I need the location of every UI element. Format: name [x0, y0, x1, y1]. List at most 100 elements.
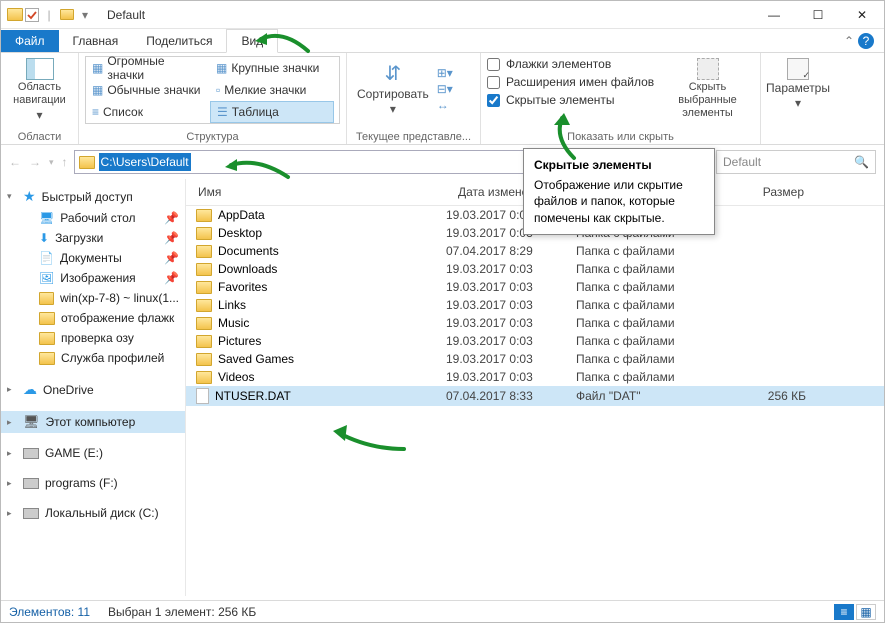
sidebar-pictures[interactable]: 🖼Изображения📌	[1, 268, 185, 288]
folder-icon	[196, 371, 212, 384]
details-icon: ☰	[217, 105, 228, 119]
forward-button[interactable]: →	[29, 155, 41, 169]
file-row[interactable]: Saved Games19.03.2017 0:03Папка с файлам…	[186, 350, 884, 368]
qat-dropdown-icon[interactable]: ▾	[77, 7, 93, 23]
file-name: Videos	[218, 370, 254, 384]
sidebar-documents[interactable]: 📄Документы📌	[1, 248, 185, 268]
file-name: Pictures	[218, 334, 261, 348]
sidebar-drive-game[interactable]: ▸GAME (E:)	[1, 443, 185, 463]
item-checkboxes-option[interactable]: Флажки элементов	[487, 56, 657, 72]
file-date: 19.03.2017 0:03	[446, 298, 576, 312]
hide-selected-button[interactable]: Скрыть выбранные элементы	[661, 56, 754, 123]
file-date: 19.03.2017 0:03	[446, 334, 576, 348]
file-row[interactable]: Pictures19.03.2017 0:03Папка с файлами	[186, 332, 884, 350]
folder-icon	[39, 332, 55, 345]
file-date: 07.04.2017 8:29	[446, 244, 576, 258]
tab-view[interactable]: Вид	[226, 29, 278, 53]
sidebar-onedrive[interactable]: ▸☁OneDrive	[1, 378, 185, 401]
layout-small[interactable]: ▫Мелкие значки	[210, 79, 334, 101]
sidebar-drive-local-c[interactable]: ▸Локальный диск (C:)	[1, 503, 185, 523]
tooltip-body: Отображение или скрытие файлов и папок, …	[534, 177, 704, 226]
chevron-right-icon: ▸	[7, 417, 12, 428]
file-date: 07.04.2017 8:33	[446, 389, 576, 403]
layout-medium[interactable]: ▦Обычные значки	[86, 79, 210, 101]
file-date: 19.03.2017 0:03	[446, 370, 576, 384]
column-size[interactable]: Размер	[726, 179, 816, 205]
details-view-button[interactable]: ≡	[834, 604, 854, 620]
add-columns-button[interactable]: ⊟▾	[437, 82, 453, 96]
layout-group-label: Структура	[85, 129, 340, 143]
navigation-pane[interactable]: ▾★Быстрый доступ 🖥Рабочий стол📌 ⬇Загрузк…	[1, 179, 186, 596]
close-button[interactable]: ✕	[840, 1, 884, 29]
sidebar-ozu[interactable]: проверка озу	[1, 328, 185, 348]
sidebar-drive-programs[interactable]: ▸programs (F:)	[1, 473, 185, 493]
folder-icon	[196, 281, 212, 294]
file-size: 256 КБ	[726, 389, 816, 403]
status-bar: Элементов: 11 Выбран 1 элемент: 256 КБ ≡…	[1, 600, 884, 622]
history-dropdown[interactable]: ▾	[49, 157, 54, 168]
sort-button[interactable]: ⇵ Сортировать ▾	[353, 60, 433, 119]
sort-label: Сортировать	[357, 87, 429, 101]
up-button[interactable]: ↑	[62, 155, 68, 169]
column-name[interactable]: Имя	[186, 179, 446, 205]
file-type: Файл "DAT"	[576, 389, 726, 403]
sidebar-downloads[interactable]: ⬇Загрузки📌	[1, 228, 185, 248]
window-title: Default	[107, 8, 145, 22]
file-list[interactable]: Имя Дата изменения Тип Размер AppData19.…	[186, 179, 884, 596]
file-row[interactable]: Links19.03.2017 0:03Папка с файлами	[186, 296, 884, 314]
navigation-pane-button[interactable]: Область навигации ▾	[7, 56, 72, 125]
pin-icon: 📌	[164, 211, 179, 225]
layout-large[interactable]: ▦Крупные значки	[210, 57, 334, 79]
group-by-button[interactable]: ⊞▾	[437, 66, 453, 80]
sidebar-quick-access[interactable]: ▾★Быстрый доступ	[1, 185, 185, 208]
ribbon-collapse-icon[interactable]: ⌃	[844, 34, 854, 48]
folder-icon	[196, 299, 212, 312]
pin-icon: 📌	[164, 271, 179, 285]
file-type: Папка с файлами	[576, 316, 726, 330]
file-row[interactable]: NTUSER.DAT07.04.2017 8:33Файл "DAT"256 К…	[186, 386, 884, 406]
tab-file[interactable]: Файл	[1, 30, 59, 52]
sidebar-this-pc[interactable]: ▸🖥Этот компьютер	[1, 411, 185, 433]
sidebar-winxp[interactable]: win(xp-7-8) ~ linux(1...	[1, 288, 185, 308]
file-name: Desktop	[218, 226, 262, 240]
folder-icon	[7, 7, 23, 23]
maximize-button[interactable]: ☐	[796, 1, 840, 29]
help-icon[interactable]: ?	[858, 33, 874, 49]
chevron-right-icon: ▸	[7, 478, 12, 489]
search-box[interactable]: Default 🔍	[716, 150, 876, 174]
folder-icon	[196, 353, 212, 366]
file-row[interactable]: Favorites19.03.2017 0:03Папка с файлами	[186, 278, 884, 296]
back-button[interactable]: ←	[9, 155, 21, 169]
file-row[interactable]: Music19.03.2017 0:03Папка с файлами	[186, 314, 884, 332]
file-row[interactable]: Documents07.04.2017 8:29Папка с файлами	[186, 242, 884, 260]
sidebar-profiles[interactable]: Служба профилей	[1, 348, 185, 368]
tab-home[interactable]: Главная	[59, 30, 133, 52]
chevron-right-icon: ▸	[7, 448, 12, 459]
layout-list[interactable]: ≡Список	[86, 101, 210, 123]
file-name: Saved Games	[218, 352, 294, 366]
file-name: Music	[218, 316, 249, 330]
layout-details[interactable]: ☰Таблица	[210, 101, 334, 123]
options-button[interactable]: ✓ Параметры ▾	[767, 56, 829, 113]
file-row[interactable]: Videos19.03.2017 0:03Папка с файлами	[186, 368, 884, 386]
file-date: 19.03.2017 0:03	[446, 262, 576, 276]
hidden-items-option[interactable]: Скрытые элементы	[487, 92, 657, 108]
size-columns-button[interactable]: ↔	[437, 98, 453, 112]
file-row[interactable]: Downloads19.03.2017 0:03Папка с файлами	[186, 260, 884, 278]
address-path: C:\Users\Default	[99, 153, 191, 171]
sidebar-desktop[interactable]: 🖥Рабочий стол📌	[1, 208, 185, 228]
layout-extra-large[interactable]: ▦Огромные значки	[86, 57, 210, 79]
drive-icon	[23, 478, 39, 489]
pin-icon: 📌	[164, 251, 179, 265]
tab-share[interactable]: Поделиться	[132, 30, 226, 52]
file-extensions-option[interactable]: Расширения имен файлов	[487, 74, 657, 90]
file-type: Папка с файлами	[576, 262, 726, 276]
pane-icon	[26, 58, 54, 80]
medium-icon: ▦	[92, 83, 103, 97]
minimize-button[interactable]: —	[752, 1, 796, 29]
search-placeholder: Default	[723, 155, 761, 169]
thumbnails-view-button[interactable]: ▦	[856, 604, 876, 620]
qat-checkbox-icon[interactable]	[25, 8, 39, 22]
sidebar-otob[interactable]: отображение флажк	[1, 308, 185, 328]
folder-icon	[196, 335, 212, 348]
